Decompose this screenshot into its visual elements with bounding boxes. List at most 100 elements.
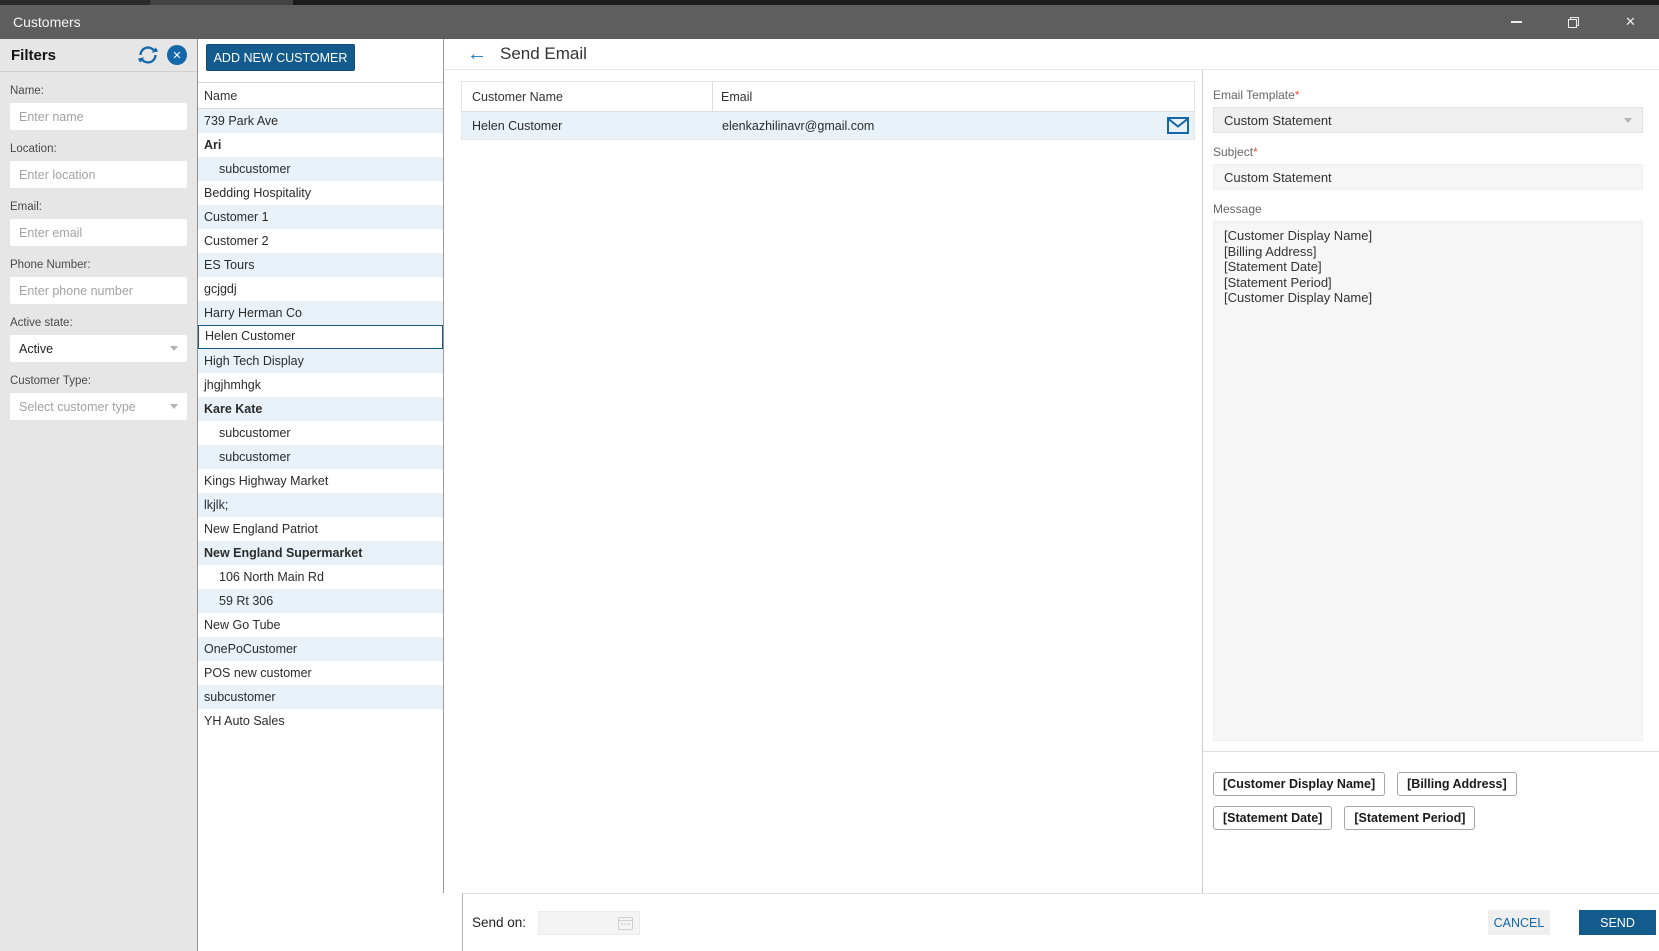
email-form-panel: Email Template* Custom Statement Subject… bbox=[1202, 70, 1659, 893]
location-filter-input[interactable] bbox=[10, 161, 187, 188]
message-label: Message bbox=[1213, 202, 1262, 216]
customer-row[interactable]: New Go Tube bbox=[198, 613, 443, 637]
customer-row[interactable]: Customer 1 bbox=[198, 205, 443, 229]
tag-billing-address[interactable]: [Billing Address] bbox=[1397, 772, 1517, 796]
active-state-select[interactable]: Active bbox=[10, 335, 187, 362]
filter-label: Name: bbox=[10, 85, 44, 97]
close-button[interactable]: ✕ bbox=[1602, 5, 1659, 39]
name-filter-input[interactable] bbox=[10, 103, 187, 130]
filters-body: Name: Location: Email: Phone Number: Act… bbox=[0, 72, 197, 420]
column-header-email: Email bbox=[721, 89, 753, 104]
send-email-panel: ← Send Email Customer Name Email Helen C… bbox=[443, 39, 1659, 951]
customer-row[interactable]: Kare Kate bbox=[198, 397, 443, 421]
customer-row[interactable]: subcustomer bbox=[198, 157, 443, 181]
customer-row[interactable]: subcustomer bbox=[198, 421, 443, 445]
filters-title: Filters bbox=[11, 46, 57, 64]
send-on-date-input[interactable] bbox=[538, 910, 641, 935]
envelope-icon bbox=[1167, 117, 1189, 134]
add-new-customer-button[interactable]: ADD NEW CUSTOMER bbox=[206, 44, 355, 71]
cancel-button[interactable]: CANCEL bbox=[1488, 910, 1550, 935]
filter-group-email: Email: bbox=[10, 201, 187, 246]
customer-row[interactable]: gcjgdj bbox=[198, 277, 443, 301]
recipient-email-value: elenkazhilinavr@gmail.com bbox=[722, 118, 875, 133]
customer-list-panel: ADD NEW CUSTOMER Name 739 Park Ave Ari s… bbox=[198, 39, 443, 951]
filter-label: Email: bbox=[10, 201, 42, 213]
customer-row[interactable]: Kings Highway Market bbox=[198, 469, 443, 493]
filter-group-active-state: Active state: Active bbox=[10, 317, 187, 362]
email-envelope-button[interactable] bbox=[1167, 117, 1189, 134]
customer-row[interactable]: OnePoCustomer bbox=[198, 637, 443, 661]
refresh-icon bbox=[137, 46, 159, 64]
list-divider bbox=[443, 39, 444, 893]
customer-row[interactable]: Ari bbox=[198, 133, 443, 157]
subject-label: Subject* bbox=[1213, 145, 1659, 160]
customer-row[interactable]: 59 Rt 306 bbox=[198, 589, 443, 613]
customer-row[interactable]: lkjlk; bbox=[198, 493, 443, 517]
filter-group-phone: Phone Number: bbox=[10, 259, 187, 304]
minimize-icon bbox=[1511, 21, 1522, 23]
send-email-footer: Send on: CANCEL SEND bbox=[462, 893, 1659, 951]
chevron-down-icon bbox=[1624, 117, 1632, 123]
form-divider bbox=[1203, 751, 1659, 752]
subject-input[interactable] bbox=[1213, 164, 1643, 190]
subject-label-text: Subject bbox=[1213, 145, 1254, 159]
customer-row[interactable]: subcustomer bbox=[198, 685, 443, 709]
customer-row[interactable]: jhgjhmhgk bbox=[198, 373, 443, 397]
filter-group-name: Name: bbox=[10, 85, 187, 130]
required-asterisk: * bbox=[1294, 88, 1300, 102]
customer-row[interactable]: Customer 2 bbox=[198, 229, 443, 253]
filters-panel: Filters ✕ Name: Location: Email bbox=[0, 39, 198, 951]
phone-filter-input[interactable] bbox=[10, 277, 187, 304]
customers-app: Filters ✕ Name: Location: Email bbox=[0, 39, 1659, 951]
customer-row-selected[interactable]: Helen Customer bbox=[198, 325, 443, 349]
window-titlebar: Customers ✕ bbox=[0, 5, 1659, 39]
customer-row[interactable]: 739 Park Ave bbox=[198, 109, 443, 133]
customer-row[interactable]: POS new customer bbox=[198, 661, 443, 685]
filters-header: Filters ✕ bbox=[0, 39, 197, 72]
tag-customer-display-name[interactable]: [Customer Display Name] bbox=[1213, 772, 1386, 796]
list-column-header: Name bbox=[198, 82, 443, 109]
customer-row[interactable]: 106 North Main Rd bbox=[198, 565, 443, 589]
email-template-select[interactable]: Custom Statement bbox=[1213, 107, 1643, 133]
customer-row[interactable]: ES Tours bbox=[198, 253, 443, 277]
column-header-customer-name: Customer Name bbox=[462, 82, 713, 111]
recipient-row[interactable]: Helen Customer elenkazhilinavr@gmail.com bbox=[462, 112, 1194, 139]
restore-button[interactable] bbox=[1545, 5, 1602, 39]
filter-label: Active state: bbox=[10, 317, 73, 329]
top-strip bbox=[0, 0, 1659, 5]
email-template-value: Custom Statement bbox=[1224, 112, 1332, 128]
top-strip-segment bbox=[150, 0, 293, 5]
tag-statement-period[interactable]: [Statement Period] bbox=[1344, 806, 1476, 830]
send-email-content: Customer Name Email Helen Customer elenk… bbox=[443, 70, 1659, 893]
recipient-email-cell: elenkazhilinavr@gmail.com bbox=[713, 117, 1194, 134]
filter-label: Customer Type: bbox=[10, 375, 91, 387]
window-controls: ✕ bbox=[1488, 5, 1659, 39]
email-filter-input[interactable] bbox=[10, 219, 187, 246]
filter-group-customer-type: Customer Type: Select customer type bbox=[10, 375, 187, 420]
recipient-table-area: Customer Name Email Helen Customer elenk… bbox=[443, 70, 1202, 893]
minimize-button[interactable] bbox=[1488, 5, 1545, 39]
customer-row[interactable]: Bedding Hospitality bbox=[198, 181, 443, 205]
customer-row[interactable]: YH Auto Sales bbox=[198, 709, 443, 733]
clear-filters-button[interactable]: ✕ bbox=[167, 45, 187, 65]
customer-row[interactable]: High Tech Display bbox=[198, 349, 443, 373]
back-arrow-button[interactable]: ← bbox=[467, 44, 487, 64]
required-asterisk: * bbox=[1253, 145, 1258, 159]
chevron-down-icon bbox=[170, 346, 178, 351]
customer-type-placeholder: Select customer type bbox=[19, 399, 136, 414]
refresh-filters-button[interactable] bbox=[137, 45, 159, 65]
message-textarea[interactable]: [Customer Display Name] [Billing Address… bbox=[1213, 221, 1643, 741]
email-template-label-text: Email Template bbox=[1213, 88, 1295, 102]
customer-row[interactable]: Harry Herman Co bbox=[198, 301, 443, 325]
tag-statement-date[interactable]: [Statement Date] bbox=[1213, 806, 1333, 830]
customer-type-select[interactable]: Select customer type bbox=[10, 393, 187, 420]
recipient-table-header: Customer Name Email bbox=[462, 82, 1194, 112]
customer-row[interactable]: subcustomer bbox=[198, 445, 443, 469]
filter-group-location: Location: bbox=[10, 143, 187, 188]
email-template-label: Email Template* bbox=[1213, 88, 1659, 103]
customer-row[interactable]: New England Patriot bbox=[198, 517, 443, 541]
customer-rows: 739 Park Ave Ari subcustomer Bedding Hos… bbox=[198, 109, 443, 733]
send-button[interactable]: SEND bbox=[1579, 910, 1656, 935]
customer-row[interactable]: New England Supermarket bbox=[198, 541, 443, 565]
active-state-value: Active bbox=[19, 341, 54, 356]
